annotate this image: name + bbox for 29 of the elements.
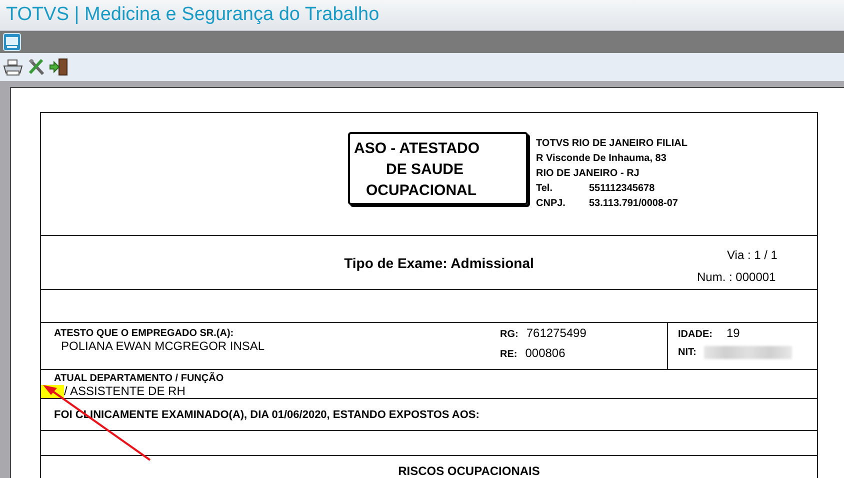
employee-name: POLIANA EWAN MCGREGOR INSAL xyxy=(60,339,266,353)
rg-label: RG: xyxy=(500,329,518,340)
section-title: RISCOS OCUPACIONAIS xyxy=(398,464,540,478)
company-info: R Visconde De Inhauma, 83 xyxy=(536,153,666,164)
department-value: / ASSISTENTE DE RH xyxy=(64,384,186,398)
monitor-icon[interactable] xyxy=(3,33,21,51)
age-label: IDADE: xyxy=(678,329,712,340)
department-label: ATUAL DEPARTAMENTO / FUNÇÃO xyxy=(54,373,225,384)
copy-number: Via : 1 / 1 xyxy=(726,248,778,262)
re-value: 000806 xyxy=(525,346,566,360)
employee-label: ATESTO QUE O EMPREGADO SR.(A): xyxy=(54,328,235,339)
exit-door-icon xyxy=(49,58,69,76)
window-title: TOTVS | Medicina e Segurança do Trabalho xyxy=(6,4,380,26)
company-info: RIO DE JANEIRO - RJ xyxy=(536,168,640,179)
tools-icon xyxy=(27,58,45,76)
rg-value: 761275499 xyxy=(526,326,586,340)
exam-type: Tipo de Exame: Admissional xyxy=(344,254,534,270)
company-value: 551112345678 xyxy=(589,183,655,194)
company-info: TOTVS RIO DE JANEIRO FILIAL xyxy=(536,138,688,149)
nit-label: NIT: xyxy=(678,347,696,358)
age-value: 19 xyxy=(725,326,740,340)
company-label: Tel. xyxy=(536,182,554,196)
document-number: Num. : 000001 xyxy=(697,270,777,284)
exit-button[interactable] xyxy=(48,56,70,78)
re-label: RE: xyxy=(500,349,518,360)
printer-icon xyxy=(3,58,23,76)
company-value: 53.113.791/0008-07 xyxy=(589,198,678,209)
document-title-box: ASO - ATESTADO DE SAUDE OCUPACIONAL xyxy=(348,132,528,205)
company-label: CNPJ. xyxy=(536,197,566,211)
